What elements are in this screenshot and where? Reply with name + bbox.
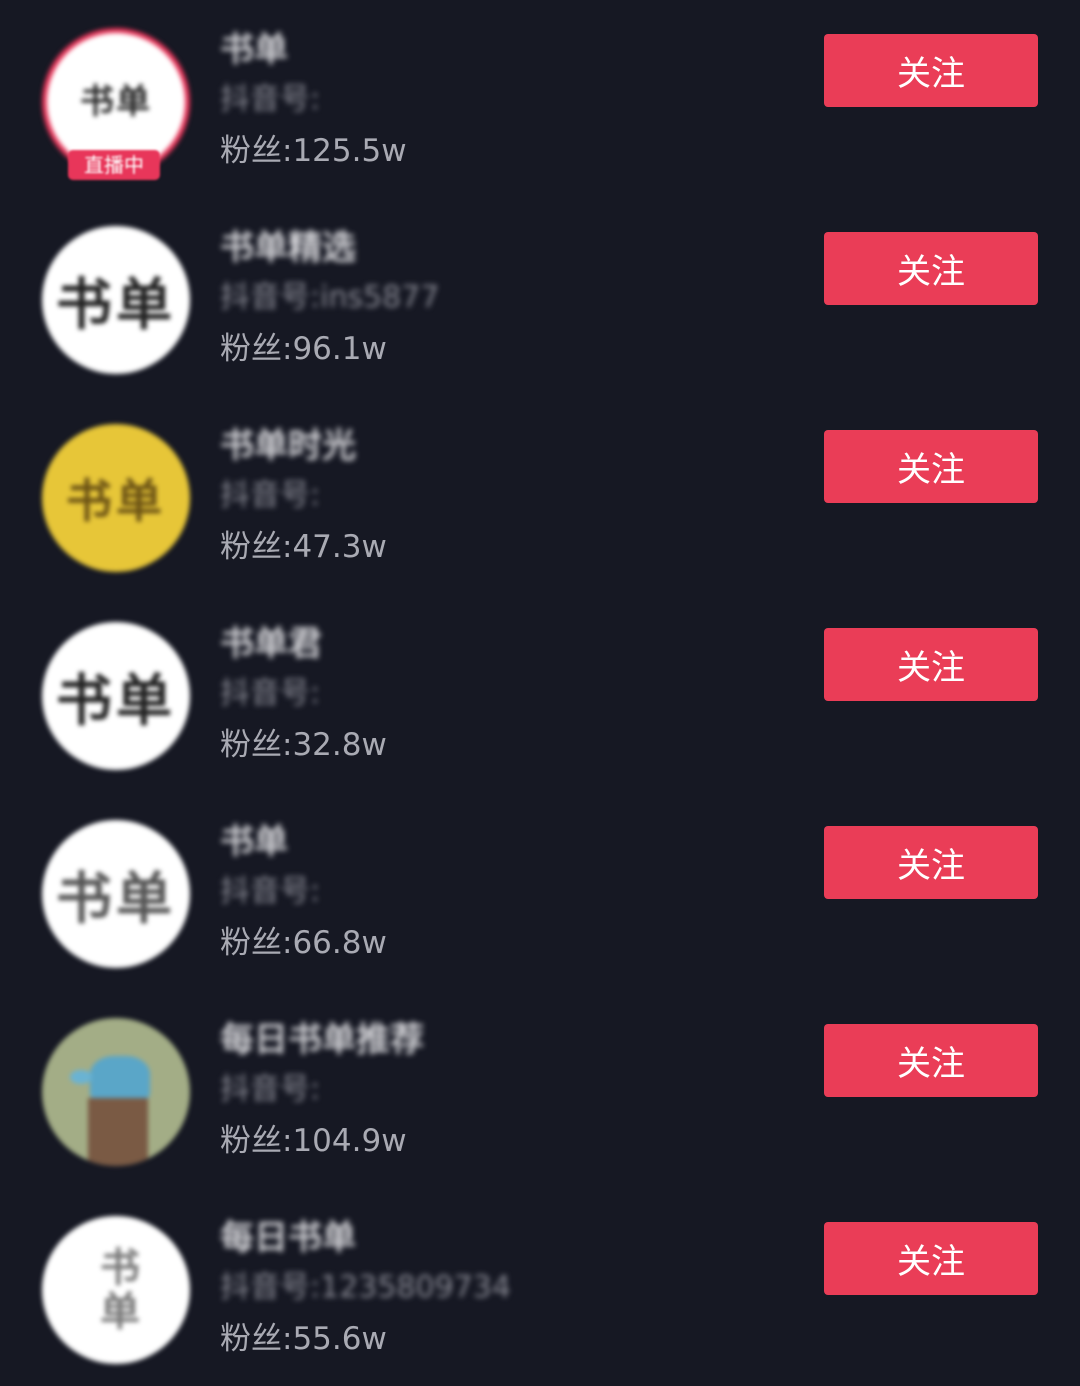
user-info: 每日书单推荐 抖音号: 粉丝:104.9w (220, 1016, 780, 1166)
fans-count: 粉丝:32.8w (220, 727, 387, 763)
user-info: 书单 抖音号: 粉丝:125.5w (220, 26, 780, 176)
plant-illustration (90, 1056, 150, 1102)
user-info: 书单 抖音号: 粉丝:66.8w (220, 818, 780, 968)
avatar-container[interactable] (42, 1018, 190, 1166)
douyin-id: 抖音号: (220, 82, 321, 117)
follow-button[interactable]: 关注 (824, 826, 1038, 899)
follow-button[interactable]: 关注 (824, 232, 1038, 305)
avatar-container[interactable]: 书单 (42, 1216, 190, 1364)
avatar-container[interactable]: 书单 (42, 226, 190, 374)
avatar-container[interactable]: 书单 (42, 820, 190, 968)
avatar[interactable]: 书单 (42, 226, 190, 374)
avatar-text: 书单 (66, 474, 166, 528)
list-item[interactable]: 书单 书单君 抖音号: 粉丝:32.8w 关注 (0, 594, 1080, 792)
avatar[interactable] (42, 1018, 190, 1166)
avatar[interactable]: 书单 (42, 820, 190, 968)
fans-count: 粉丝:104.9w (220, 1123, 407, 1159)
avatar[interactable]: 书单 (42, 622, 190, 770)
user-info: 书单时光 抖音号: 粉丝:47.3w (220, 422, 780, 572)
avatar-container[interactable]: 书单 (42, 424, 190, 572)
avatar[interactable]: 书单 (42, 1216, 190, 1364)
avatar[interactable]: 书单 (42, 424, 190, 572)
list-item[interactable]: 书单 每日书单 抖音号:1235809734 粉丝:55.6w 关注 (0, 1188, 1080, 1386)
avatar-container[interactable]: 书单 (42, 622, 190, 770)
nickname[interactable]: 书单 (220, 26, 780, 74)
fans-count: 粉丝:47.3w (220, 529, 387, 565)
follow-button[interactable]: 关注 (824, 1222, 1038, 1295)
user-info: 书单精选 抖音号:ins5877 粉丝:96.1w (220, 224, 780, 374)
list-item[interactable]: 书单 书单时光 抖音号: 粉丝:47.3w 关注 (0, 396, 1080, 594)
nickname[interactable]: 每日书单推荐 (220, 1016, 780, 1064)
live-badge: 直播中 (68, 150, 160, 180)
avatar-text: 书单 (80, 82, 152, 122)
avatar-text: 书单 (56, 667, 176, 734)
user-info: 每日书单 抖音号:1235809734 粉丝:55.6w (220, 1214, 780, 1364)
follow-button[interactable]: 关注 (824, 34, 1038, 107)
list-item[interactable]: 每日书单推荐 抖音号: 粉丝:104.9w 关注 (0, 990, 1080, 1188)
follow-button[interactable]: 关注 (824, 1024, 1038, 1097)
nickname[interactable]: 每日书单 (220, 1214, 780, 1262)
follow-button[interactable]: 关注 (824, 628, 1038, 701)
list-item[interactable]: 书单 书单 抖音号: 粉丝:66.8w 关注 (0, 792, 1080, 990)
douyin-id: 抖音号: (220, 478, 321, 513)
fans-count: 粉丝:125.5w (220, 133, 407, 169)
douyin-id: 抖音号:ins5877 (220, 280, 440, 315)
douyin-id: 抖音号:1235809734 (220, 1270, 511, 1305)
follow-button[interactable]: 关注 (824, 430, 1038, 503)
user-list: 书单 直播中 书单 抖音号: 粉丝:125.5w 关注 书单 书单精选 抖音号:… (0, 0, 1080, 1382)
list-item[interactable]: 书单 直播中 书单 抖音号: 粉丝:125.5w 关注 (0, 0, 1080, 198)
fans-count: 粉丝:55.6w (220, 1321, 387, 1357)
fans-count: 粉丝:96.1w (220, 331, 387, 367)
avatar-text: 书单 (56, 271, 176, 338)
avatar-text: 书单 (93, 1246, 140, 1334)
nickname[interactable]: 书单时光 (220, 422, 780, 470)
list-item[interactable]: 书单 书单精选 抖音号:ins5877 粉丝:96.1w 关注 (0, 198, 1080, 396)
avatar-text: 书单 (56, 865, 176, 932)
douyin-id: 抖音号: (220, 1072, 321, 1107)
douyin-id: 抖音号: (220, 676, 321, 711)
douyin-id: 抖音号: (220, 874, 321, 909)
nickname[interactable]: 书单君 (220, 620, 780, 668)
user-info: 书单君 抖音号: 粉丝:32.8w (220, 620, 780, 770)
fans-count: 粉丝:66.8w (220, 925, 387, 961)
plant-pot (88, 1098, 148, 1166)
plant-leaf (70, 1070, 92, 1084)
nickname[interactable]: 书单精选 (220, 224, 780, 272)
nickname[interactable]: 书单 (220, 818, 780, 866)
avatar-container[interactable]: 书单 直播中 (42, 28, 190, 180)
